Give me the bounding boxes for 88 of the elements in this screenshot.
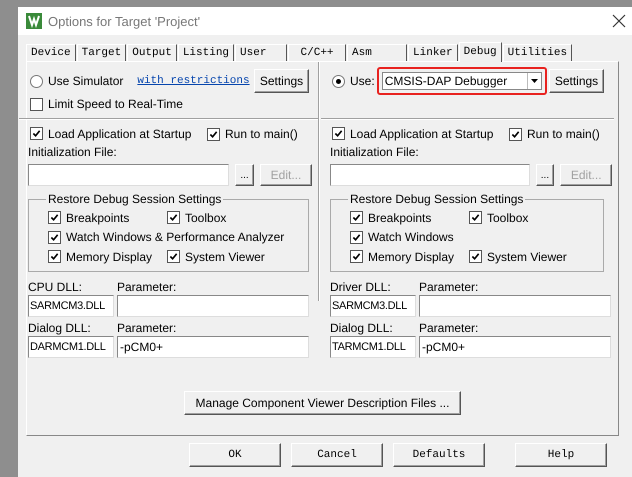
checkbox[interactable]: Breakpoints (350, 210, 432, 224)
checkbox-label: Breakpoints (368, 210, 432, 224)
parameter-label: Parameter: (117, 320, 178, 336)
tab[interactable]: Asm (347, 44, 408, 61)
browse-button[interactable]: ... (536, 164, 554, 186)
init-file-field[interactable] (330, 164, 530, 186)
parameter-field[interactable] (117, 295, 309, 317)
settings-button[interactable]: Settings (549, 69, 604, 93)
window-title: Options for Target 'Project' (48, 14, 200, 28)
checkbox-box[interactable] (207, 128, 220, 140)
app-logo-icon (26, 13, 42, 29)
dialog-button[interactable]: Defaults (393, 443, 485, 467)
debugger-dropdown[interactable]: CMSIS-DAP Debugger (382, 72, 542, 90)
checkbox[interactable]: System Viewer (469, 250, 567, 264)
settings-button[interactable]: Settings (254, 69, 309, 93)
tab[interactable]: Device (26, 44, 76, 61)
checkbox-label: System Viewer (185, 250, 265, 264)
parameter-label: Parameter: (419, 279, 480, 295)
dialog-button[interactable]: Cancel (291, 443, 383, 467)
radio-button[interactable] (332, 74, 345, 88)
group-title: Restore Debug Session Settings (349, 192, 524, 206)
checkbox-label: Toolbox (487, 210, 528, 224)
browse-button[interactable]: ... (235, 164, 254, 186)
dll-field[interactable]: SARMCM3.DLL (28, 295, 114, 317)
radio-button[interactable] (30, 74, 43, 88)
tab[interactable]: Utilities (502, 44, 572, 61)
init-file-label: Initialization File: (28, 144, 118, 160)
radio-label: Use Simulator (48, 74, 124, 88)
checkbox[interactable]: Toolbox (167, 210, 226, 224)
checkbox-box[interactable] (350, 211, 363, 224)
parameter-label: Parameter: (117, 279, 178, 295)
parameter-field[interactable] (419, 295, 611, 317)
checkbox-box[interactable] (350, 250, 363, 263)
checkbox-box[interactable] (167, 250, 180, 263)
dialog-button[interactable]: OK (189, 443, 281, 467)
checkbox-box[interactable] (509, 128, 522, 140)
checkbox[interactable]: Run to main() (207, 127, 298, 141)
radio-label: Use: (350, 74, 375, 88)
checkbox-box[interactable] (469, 250, 482, 263)
checkbox[interactable]: Memory Display (48, 250, 152, 264)
restrictions-link[interactable]: with restrictions (137, 75, 250, 87)
checkbox-label: System Viewer (487, 250, 567, 264)
checkbox-box[interactable] (30, 127, 43, 140)
group-title: Restore Debug Session Settings (47, 192, 222, 206)
dll-label: Dialog DLL: (28, 320, 92, 336)
close-icon[interactable] (612, 14, 626, 28)
dll-field[interactable]: TARMCM1.DLL (330, 336, 416, 358)
checkbox-box[interactable] (167, 211, 180, 224)
checkbox-box[interactable] (332, 127, 345, 140)
tab[interactable]: Output (127, 44, 177, 61)
parameter-label: Parameter: (419, 320, 480, 336)
dll-field[interactable]: SARMCM3.DLL (330, 295, 416, 317)
checkbox[interactable]: System Viewer (167, 250, 265, 264)
checkbox[interactable]: Toolbox (469, 210, 528, 224)
init-file-label: Initialization File: (330, 144, 420, 160)
parameter-field[interactable]: -pCM0+ (117, 336, 309, 358)
tab[interactable]: Debug (458, 42, 502, 62)
checkbox-box[interactable] (30, 98, 43, 110)
dialog-button[interactable]: Help (515, 443, 607, 467)
tab[interactable]: C/C++ (288, 44, 346, 61)
checkbox-box[interactable] (48, 230, 61, 244)
checkbox-label: Watch Windows (368, 230, 454, 244)
checkbox[interactable]: Breakpoints (48, 210, 130, 224)
dll-label: CPU DLL: (28, 279, 84, 295)
checkbox[interactable]: Watch Windows (350, 230, 454, 244)
checkbox-label: Breakpoints (66, 210, 130, 224)
dll-field[interactable]: DARMCM1.DLL (28, 336, 114, 358)
checkbox-label: Run to main() (527, 127, 600, 141)
checkbox-box[interactable] (48, 211, 61, 224)
tab[interactable]: User (235, 44, 288, 61)
checkbox[interactable]: Memory Display (350, 250, 454, 264)
checkbox-label: Toolbox (185, 210, 226, 224)
parameter-field[interactable]: -pCM0+ (419, 336, 611, 358)
manage-viewer-files-button[interactable]: Manage Component Viewer Description Files ... (184, 391, 461, 415)
dll-label: Driver DLL: (330, 279, 392, 295)
checkbox-label: Memory Display (368, 250, 454, 264)
tab[interactable]: Listing (178, 44, 234, 61)
checkbox-label: Run to main() (225, 127, 298, 141)
checkbox-label: Memory Display (66, 250, 152, 264)
checkbox-box[interactable] (48, 250, 61, 263)
checkbox-box[interactable] (469, 211, 482, 224)
dropdown-arrow-icon[interactable] (526, 73, 541, 89)
init-file-field[interactable] (28, 164, 229, 186)
tab[interactable]: Target (76, 44, 126, 61)
checkbox[interactable]: Run to main() (509, 127, 600, 141)
dll-label: Dialog DLL: (330, 320, 394, 336)
checkbox-box[interactable] (350, 230, 363, 244)
tab[interactable]: Linker (408, 44, 458, 61)
